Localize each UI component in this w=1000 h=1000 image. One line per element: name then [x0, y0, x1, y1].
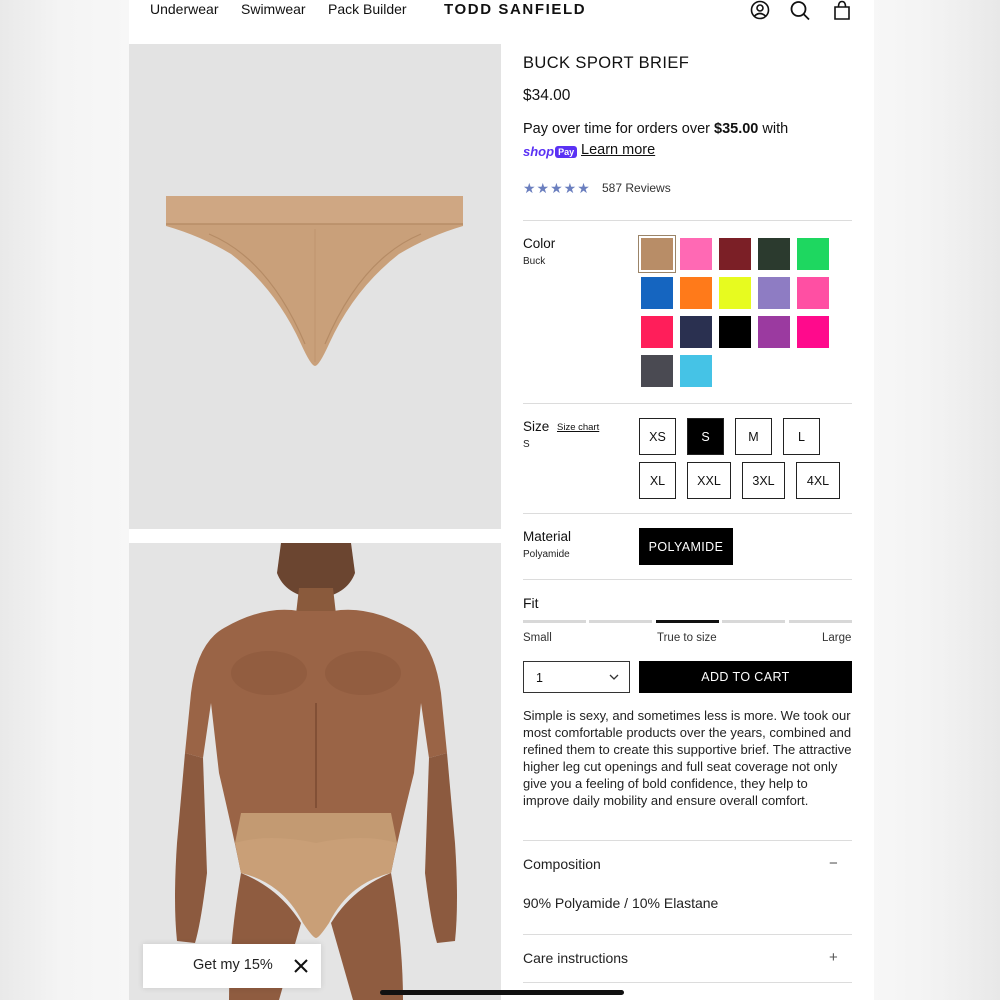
- product-title: BUCK SPORT BRIEF: [523, 54, 690, 72]
- brand-logo[interactable]: TODD SANFIELD: [444, 1, 586, 18]
- color-swatch[interactable]: [797, 238, 829, 270]
- search-icon[interactable]: [789, 0, 811, 22]
- learn-more-link[interactable]: Learn more: [581, 142, 655, 158]
- color-swatch[interactable]: [719, 316, 751, 348]
- color-swatch[interactable]: [797, 316, 829, 348]
- fit-small-label: Small: [523, 632, 552, 644]
- reviews-count[interactable]: 587 Reviews: [602, 181, 671, 195]
- rating-stars[interactable]: ★★★★★: [523, 180, 591, 197]
- fit-label: Fit: [523, 595, 539, 611]
- size-m-button[interactable]: M: [735, 418, 772, 455]
- fit-segment-active: [656, 620, 719, 623]
- care-instructions-toggle[interactable]: Care instructions: [523, 950, 628, 966]
- fit-segment: [589, 620, 652, 623]
- home-indicator: [380, 990, 624, 995]
- product-price: $34.00: [523, 87, 571, 104]
- shoppay-amount: $35.00: [714, 121, 759, 137]
- color-swatch[interactable]: [758, 316, 790, 348]
- fit-segment: [523, 620, 586, 623]
- product-page: Underwear Swimwear Pack Builder TODD SAN…: [129, 0, 874, 1000]
- color-swatch[interactable]: [641, 277, 673, 309]
- color-swatch[interactable]: [680, 355, 712, 387]
- shoppay-text-2: with: [758, 121, 789, 137]
- divider: [523, 513, 852, 514]
- color-swatch[interactable]: [680, 316, 712, 348]
- nav-underwear[interactable]: Underwear: [150, 1, 218, 17]
- size-value: S: [523, 439, 530, 450]
- fit-large-label: Large: [822, 632, 852, 644]
- expand-icon[interactable]: +: [829, 949, 838, 966]
- shoppay-badge: Pay: [555, 146, 578, 158]
- color-value: Buck: [523, 256, 546, 267]
- size-s-button[interactable]: S: [687, 418, 724, 455]
- shoppay-logo: shop Pay: [523, 144, 578, 159]
- fit-segment: [722, 620, 785, 623]
- color-swatch[interactable]: [638, 235, 676, 273]
- product-image-brief[interactable]: [129, 44, 501, 529]
- cart-icon[interactable]: [831, 0, 853, 22]
- divider: [523, 220, 852, 221]
- model-illustration: [129, 543, 501, 1000]
- nav-swimwear[interactable]: Swimwear: [241, 1, 306, 17]
- shoppay-message: Pay over time for orders over $35.00 wit…: [523, 121, 788, 137]
- chevron-down-icon: [609, 674, 619, 680]
- size-chart-link[interactable]: Size chart: [557, 422, 599, 433]
- color-swatch[interactable]: [758, 238, 790, 270]
- size-xs-button[interactable]: XS: [639, 418, 676, 455]
- size-xxl-button[interactable]: XXL: [687, 462, 731, 499]
- color-swatch[interactable]: [719, 277, 751, 309]
- promo-text[interactable]: Get my 15%: [193, 957, 273, 973]
- size-xl-button[interactable]: XL: [639, 462, 676, 499]
- color-swatch[interactable]: [758, 277, 790, 309]
- material-polyamide-button[interactable]: POLYAMIDE: [639, 528, 733, 565]
- product-description: Simple is sexy, and sometimes less is mo…: [523, 708, 852, 808]
- promo-popup[interactable]: Get my 15%: [143, 944, 321, 988]
- fit-true-label: True to size: [657, 632, 717, 644]
- material-label: Material: [523, 529, 572, 544]
- color-swatch[interactable]: [680, 277, 712, 309]
- divider: [523, 982, 852, 983]
- size-label: Size: [523, 419, 550, 434]
- divider: [523, 579, 852, 580]
- brief-illustration: [166, 196, 463, 366]
- color-swatch[interactable]: [641, 316, 673, 348]
- divider: [523, 403, 852, 404]
- nav-pack-builder[interactable]: Pack Builder: [328, 1, 407, 17]
- fit-segment: [789, 620, 852, 623]
- shoppay-text-1: Pay over time for orders over: [523, 121, 714, 137]
- account-icon[interactable]: [749, 0, 771, 22]
- collapse-icon[interactable]: −: [829, 855, 838, 872]
- color-swatch[interactable]: [680, 238, 712, 270]
- add-to-cart-button[interactable]: ADD TO CART: [639, 661, 852, 693]
- color-swatch[interactable]: [797, 277, 829, 309]
- size-l-button[interactable]: L: [783, 418, 820, 455]
- divider: [523, 934, 852, 935]
- shoppay-brand: shop: [523, 144, 555, 159]
- close-icon[interactable]: [293, 958, 309, 974]
- color-label: Color: [523, 236, 556, 251]
- composition-text: 90% Polyamide / 10% Elastane: [523, 895, 719, 911]
- quantity-select[interactable]: 1: [523, 661, 630, 693]
- product-image-model[interactable]: [129, 543, 501, 1000]
- quantity-value: 1: [536, 671, 543, 685]
- material-value: Polyamide: [523, 549, 570, 560]
- color-swatch[interactable]: [641, 355, 673, 387]
- size-3xl-button[interactable]: 3XL: [742, 462, 785, 499]
- color-swatch[interactable]: [719, 238, 751, 270]
- size-4xl-button[interactable]: 4XL: [796, 462, 840, 499]
- divider: [523, 840, 852, 841]
- composition-toggle[interactable]: Composition: [523, 856, 601, 872]
